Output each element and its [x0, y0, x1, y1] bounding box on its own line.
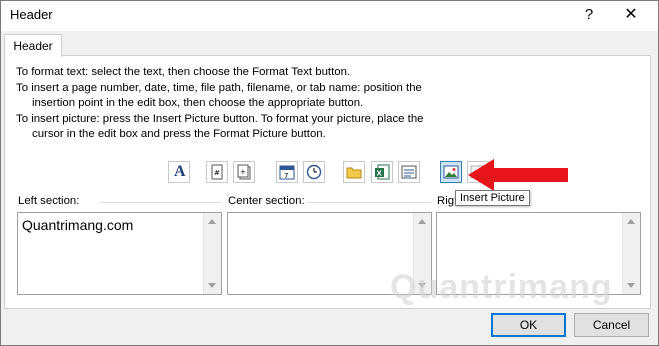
insert-file-path-button[interactable]: [343, 161, 365, 183]
insert-time-button[interactable]: [303, 161, 325, 183]
insert-picture-button[interactable]: [440, 161, 462, 183]
help-button[interactable]: ?: [579, 5, 599, 25]
excel-file-icon: X: [375, 164, 390, 180]
number-of-pages-icon: +: [237, 164, 251, 180]
ok-button[interactable]: OK: [491, 313, 566, 337]
left-section-label: Left section:: [18, 195, 80, 207]
folder-icon: [346, 167, 362, 179]
scroll-down-icon[interactable]: [208, 283, 216, 288]
calendar-icon: 7: [279, 165, 295, 180]
window-title: Header: [10, 7, 53, 22]
instruction-line: To format text: select the text, then ch…: [16, 66, 351, 78]
insert-file-name-button[interactable]: X: [371, 161, 393, 183]
insert-sheet-name-button[interactable]: [398, 161, 420, 183]
insert-picture-tooltip: Insert Picture: [455, 190, 530, 206]
cancel-button[interactable]: Cancel: [574, 313, 649, 337]
title-bar: Header ? ✕: [1, 1, 658, 31]
instruction-line: cursor in the edit box and press the For…: [32, 128, 326, 140]
close-button[interactable]: ✕: [621, 5, 641, 25]
clock-icon: [306, 164, 322, 180]
format-text-button[interactable]: A: [168, 161, 190, 183]
svg-text:7: 7: [284, 172, 288, 180]
watermark: Quantrimang: [390, 268, 613, 306]
left-section-text: Quantrimang.com: [22, 217, 134, 233]
divider: [307, 202, 431, 203]
annotation-arrow-icon: [468, 159, 568, 191]
scroll-up-icon[interactable]: [627, 219, 635, 224]
right-section-scrollbar[interactable]: [622, 213, 640, 294]
divider: [100, 202, 221, 203]
insert-page-number-button[interactable]: #: [206, 161, 228, 183]
format-text-icon: A: [174, 163, 186, 180]
instruction-line: To insert picture: press the Insert Pict…: [16, 113, 424, 125]
sheet-tab-icon: [401, 165, 417, 179]
page-number-icon: #: [211, 164, 223, 180]
center-section-label: Center section:: [228, 195, 305, 207]
scroll-up-icon[interactable]: [208, 219, 216, 224]
scroll-down-icon[interactable]: [627, 283, 635, 288]
left-section-edit[interactable]: Quantrimang.com: [17, 212, 222, 295]
insert-date-button[interactable]: 7: [276, 161, 298, 183]
tab-header[interactable]: Header: [4, 34, 62, 57]
instruction-line: To insert a page number, date, time, fil…: [16, 82, 422, 94]
scroll-up-icon[interactable]: [418, 219, 426, 224]
picture-icon: [443, 165, 459, 179]
insert-number-of-pages-button[interactable]: +: [233, 161, 255, 183]
svg-text:#: #: [214, 169, 220, 177]
svg-text:+: +: [240, 168, 246, 176]
left-section-scrollbar[interactable]: [203, 213, 221, 294]
instruction-line: insertion point in the edit box, then ch…: [32, 97, 364, 109]
svg-text:X: X: [377, 170, 383, 178]
